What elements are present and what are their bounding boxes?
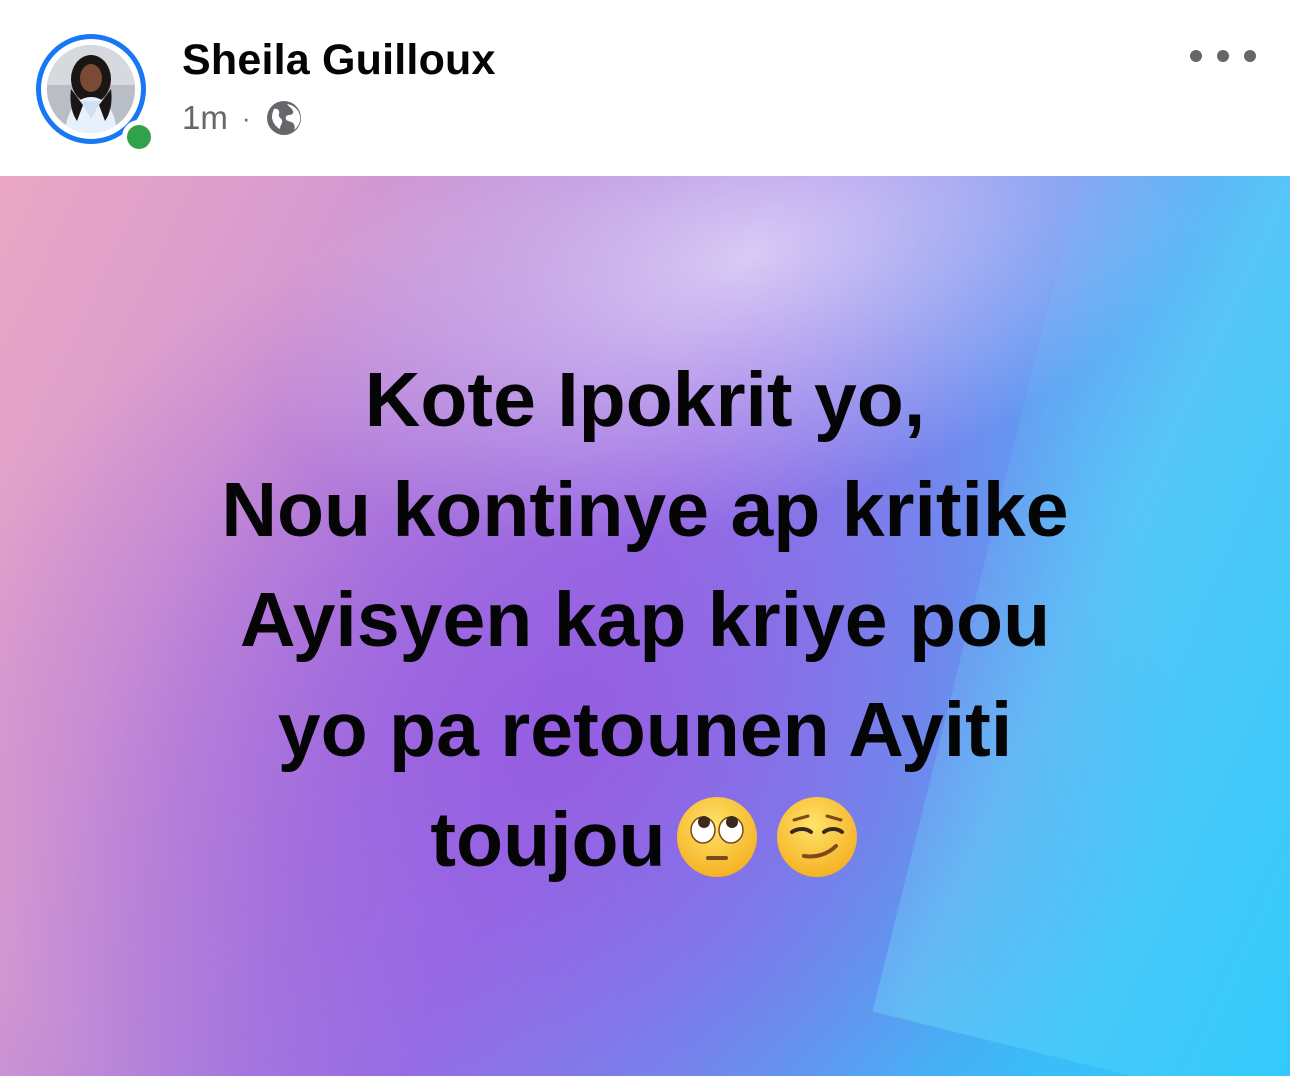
eye-roll-emoji-icon: [676, 797, 757, 877]
avatar-photo: [47, 45, 135, 133]
post-text-line: Nou kontinye ap kritike: [221, 467, 1069, 553]
post-text-line: Kote Ipokrit yo,: [364, 357, 926, 443]
post-text-line: toujou: [430, 797, 666, 883]
post-text-last-line: toujou: [60, 785, 1230, 895]
more-dot-icon: [1244, 50, 1256, 62]
post-timestamp[interactable]: 1m: [182, 99, 228, 137]
online-status-dot: [122, 120, 156, 154]
post-text-line: yo pa retounen Ayiti: [277, 687, 1013, 773]
post-card: Sheila Guilloux 1m · Kote Ipokrit yo, No…: [0, 0, 1290, 1076]
more-dot-icon: [1190, 50, 1202, 62]
avatar-image: [47, 45, 135, 133]
meta-separator: ·: [241, 102, 251, 133]
more-options-button[interactable]: [1190, 38, 1256, 74]
globe-icon[interactable]: [265, 99, 303, 137]
author-avatar[interactable]: [36, 34, 158, 154]
smirk-emoji-icon: [776, 797, 857, 877]
author-name[interactable]: Sheila Guilloux: [182, 36, 496, 85]
post-text-line: Ayisyen kap kriye pou: [239, 577, 1051, 663]
more-dot-icon: [1217, 50, 1229, 62]
post-meta: 1m ·: [182, 96, 303, 140]
post-header: Sheila Guilloux 1m ·: [0, 0, 1290, 176]
post-text: Kote Ipokrit yo, Nou kontinye ap kritike…: [60, 345, 1230, 895]
